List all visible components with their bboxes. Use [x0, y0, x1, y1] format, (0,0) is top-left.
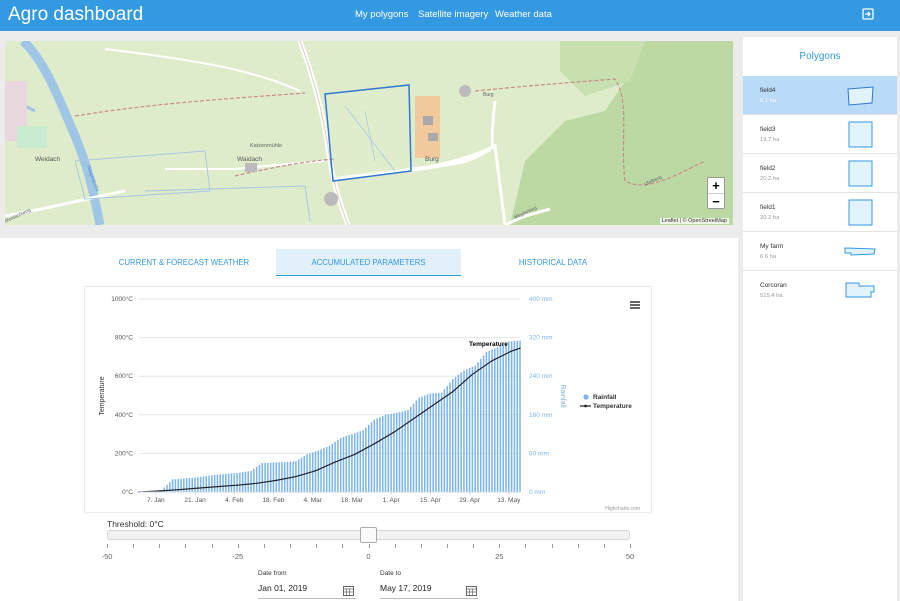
date-from-input[interactable]: [258, 581, 356, 599]
map-tiles: Weidach Waidach Katzenmühle Burg Burg Uf…: [5, 41, 733, 225]
sidebar-title: Polygons: [799, 51, 841, 62]
polygon-area: 20.2 ha: [760, 215, 780, 221]
zoom-in-button[interactable]: +: [708, 178, 724, 193]
polygon-area: 6.1 ha: [760, 98, 777, 104]
tab-historical-data[interactable]: HISTORICAL DATA: [468, 249, 638, 276]
polygon-area: 20.2 ha: [760, 176, 780, 182]
slider-tick: [603, 544, 605, 548]
polygon-item-field3[interactable]: field3 19.7 ha: [743, 115, 897, 154]
polygon-name: Corcoran: [760, 282, 787, 289]
polygon-item-field1[interactable]: field1 20.2 ha: [743, 193, 897, 232]
calendar-icon[interactable]: [343, 585, 354, 596]
polygon-item-field4[interactable]: field4 6.1 ha: [743, 76, 897, 115]
polygon-item-corcoran[interactable]: Corcoran 515.4 ha: [743, 271, 897, 310]
slider-tick: [159, 544, 161, 548]
slider-tick: [473, 544, 475, 548]
slider-tick: [525, 544, 527, 548]
map-label-waidach: Waidach: [237, 156, 262, 163]
polygon-area: 515.4 ha: [760, 293, 783, 299]
polygon-shape-icon: [845, 282, 875, 298]
polygon-shape-icon: [844, 247, 876, 256]
slider-tick-label: -25: [232, 552, 244, 561]
slider-tick: [420, 544, 422, 548]
slider-tick-label: 25: [495, 552, 504, 561]
slider-tick: [551, 544, 553, 548]
map-label-burg-road: Burg: [483, 92, 494, 98]
polygon-item-my-farm[interactable]: My farm 6.6 ha: [743, 232, 897, 271]
slider-tick-label: 0: [366, 552, 371, 561]
polygon-shape-icon: [848, 199, 873, 226]
threshold-label: Threshold: 0°C: [107, 519, 164, 529]
date-to-label: Date to: [380, 570, 401, 577]
slider-tick: [499, 544, 501, 548]
map-view[interactable]: Weidach Waidach Katzenmühle Burg Burg Uf…: [5, 41, 733, 225]
polygon-shape-icon: [848, 121, 873, 148]
slider-tick: [290, 544, 292, 548]
threshold-slider-handle[interactable]: [359, 527, 377, 543]
slider-tick: [133, 544, 135, 548]
slider-tick: [263, 544, 265, 548]
polygon-item-field2[interactable]: field2 20.2 ha: [743, 154, 897, 193]
tab-accumulated-parameters[interactable]: ACCUMULATED PARAMETERS: [276, 249, 461, 276]
polygon-name: field4: [760, 87, 776, 94]
polygon-name: My farm: [760, 243, 784, 250]
slider-tick: [185, 544, 187, 548]
nav-weather-data[interactable]: Weather data: [495, 9, 552, 20]
calendar-icon[interactable]: [466, 585, 477, 596]
slider-tick-label: 50: [625, 552, 635, 561]
map-zoom-control: + −: [707, 177, 725, 209]
slider-tick: [394, 544, 396, 548]
slider-tick: [446, 544, 448, 548]
chart-card: [85, 287, 651, 512]
date-to-input[interactable]: [380, 581, 478, 599]
polygon-area: 19.7 ha: [760, 137, 780, 143]
map-label-burg: Burg: [425, 156, 439, 163]
slider-tick-label: -50: [101, 552, 113, 561]
polygon-name: field2: [760, 165, 776, 172]
slider-tick: [316, 544, 318, 548]
zoom-out-button[interactable]: −: [708, 193, 724, 209]
polygon-name: field3: [760, 126, 776, 133]
map-attribution[interactable]: Leaflet | © OpenStreetMap: [659, 218, 729, 224]
slider-tick: [630, 544, 631, 548]
date-from-label: Date from: [258, 570, 287, 577]
top-navbar: Agro dashboard My polygons Satellite ima…: [0, 0, 900, 31]
polygon-area: 6.6 ha: [760, 254, 777, 260]
polygons-sidebar: Polygons field4 6.1 ha field3 19.7 ha fi…: [743, 37, 897, 601]
polygon-shape-icon: [848, 160, 873, 187]
polygon-name: field1: [760, 204, 776, 211]
slider-tick: [368, 544, 370, 548]
map-label-katzenmuhle: Katzenmühle: [250, 143, 282, 149]
polygon-shape-icon: [847, 86, 874, 106]
logout-icon[interactable]: [862, 8, 874, 20]
map-label-weidach: Weidach: [35, 156, 61, 163]
slider-tick: [107, 544, 108, 548]
slider-tick: [211, 544, 213, 548]
slider-tick: [577, 544, 579, 548]
app-title[interactable]: Agro dashboard: [8, 4, 143, 26]
slider-tick: [237, 544, 239, 548]
nav-satellite-imagery[interactable]: Satellite imagery: [418, 9, 488, 20]
map-label-weidachweg: Weidachweg: [5, 207, 32, 225]
chart-menu-icon[interactable]: [630, 301, 640, 309]
tab-current-forecast-weather[interactable]: CURRENT & FORECAST WEATHER: [100, 249, 268, 276]
slider-tick: [342, 544, 344, 548]
nav-my-polygons[interactable]: My polygons: [355, 9, 408, 20]
